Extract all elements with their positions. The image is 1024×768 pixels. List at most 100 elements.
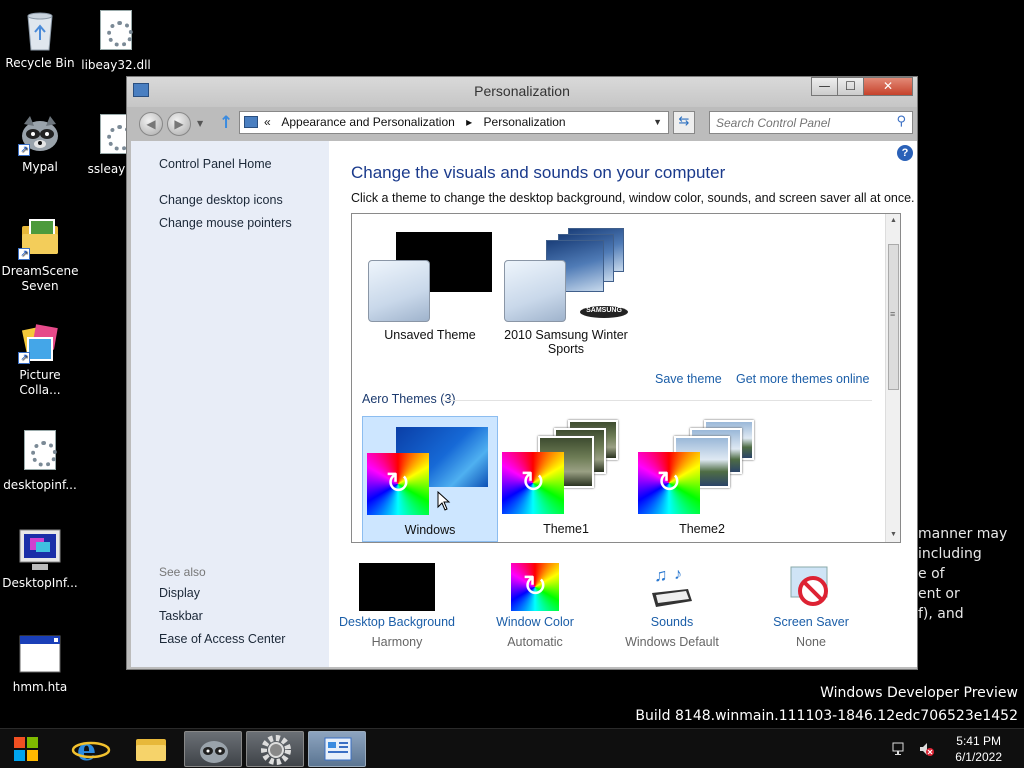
change-desktop-icons-link[interactable]: Change desktop icons xyxy=(159,193,283,207)
group-divider xyxy=(442,400,872,401)
window-titlebar[interactable]: Personalization — ☐ ✕ xyxy=(127,77,917,107)
background-text-line: manner may xyxy=(918,526,1008,542)
ease-of-access-center-link[interactable]: Ease of Access Center xyxy=(159,632,285,646)
minimize-button[interactable]: — xyxy=(811,77,837,96)
color-wheel-icon xyxy=(638,452,700,514)
theme-item-unsaved[interactable]: Unsaved Theme xyxy=(362,224,498,354)
taskbar-control-panel[interactable] xyxy=(308,731,366,767)
desktop-icon-label: Picture Colla... xyxy=(19,368,61,397)
taskbar-internet-explorer[interactable]: e xyxy=(62,731,120,768)
close-button[interactable]: ✕ xyxy=(863,77,913,96)
volume-muted-icon[interactable] xyxy=(918,741,934,757)
background-text-line: ent or xyxy=(918,586,960,602)
control-panel-icon xyxy=(324,737,352,761)
background-text-line: f), and xyxy=(918,606,964,622)
control-panel-home-link[interactable]: Control Panel Home xyxy=(159,157,272,171)
refresh-icon[interactable]: ⇆ xyxy=(673,111,695,134)
color-wheel-icon xyxy=(511,563,559,611)
clock-date: 6/1/2022 xyxy=(955,750,1002,764)
setting-title[interactable]: Window Color xyxy=(467,615,603,629)
desktop-icon-dreamscene[interactable]: ↗ DreamScene Seven xyxy=(0,216,80,294)
back-button[interactable]: ◀ xyxy=(139,112,163,136)
start-button[interactable] xyxy=(2,731,52,767)
desktop-icon-desktopinf-app[interactable]: DesktopInf... xyxy=(0,528,80,591)
search-input[interactable] xyxy=(710,112,886,133)
theme-list: Unsaved Theme SAMSUNG 2010 Samsung Winte… xyxy=(351,213,901,543)
system-tray: 5:41 PM 6/1/2022 xyxy=(864,729,1024,768)
breadcrumb-overflow[interactable]: « xyxy=(264,115,271,129)
build-watermark-line1: Windows Developer Preview xyxy=(820,685,1018,701)
maximize-button[interactable]: ☐ xyxy=(837,77,863,96)
theme-item-samsung-winter-sports[interactable]: SAMSUNG 2010 Samsung Winter Sports xyxy=(498,224,634,364)
taskbar-file-explorer[interactable] xyxy=(122,731,180,767)
recycle-bin-icon xyxy=(18,8,62,52)
background-text: manner may including e of ent or f), and xyxy=(918,524,1007,624)
change-mouse-pointers-link[interactable]: Change mouse pointers xyxy=(159,216,292,230)
desktop-icon-mypal[interactable]: ↗ Mypal xyxy=(0,112,80,175)
search-box[interactable]: ⚲ xyxy=(709,111,913,134)
scroll-up-icon[interactable]: ▲ xyxy=(886,214,900,228)
scrollbar-thumb[interactable] xyxy=(888,244,899,390)
main-pane: ? Change the visuals and sounds on your … xyxy=(329,141,917,667)
background-text-line: e of xyxy=(918,566,945,582)
screen-saver-none-icon xyxy=(787,563,835,611)
setting-value: Windows Default xyxy=(625,635,719,649)
forward-button[interactable]: ▶ xyxy=(167,112,191,136)
dll-file-icon xyxy=(94,10,138,54)
theme-label: Theme2 xyxy=(679,522,725,536)
desktop-background-thumbnail xyxy=(359,563,435,611)
desktop-icon-desktopinf-file[interactable]: desktopinf... xyxy=(0,428,80,493)
setting-title[interactable]: Screen Saver xyxy=(743,615,879,629)
theme-label: 2010 Samsung Winter Sports xyxy=(498,328,634,356)
svg-text:♪: ♪ xyxy=(674,566,682,583)
breadcrumb-separator[interactable]: ▸ xyxy=(466,115,472,129)
setting-title[interactable]: Sounds xyxy=(604,615,740,629)
system-clock[interactable]: 5:41 PM 6/1/2022 xyxy=(955,733,1002,765)
theme-window-color-swatch xyxy=(504,260,566,322)
desktop-icon-recycle-bin[interactable]: Recycle Bin xyxy=(0,8,80,71)
theme-item-theme2[interactable]: Theme2 xyxy=(634,416,770,542)
theme-list-scrollbar[interactable]: ▲ ▼ xyxy=(885,214,900,542)
personalization-window: Personalization — ☐ ✕ ◀ ▶ ▼ ↑ « Appearan… xyxy=(126,76,918,670)
taskbar-link[interactable]: Taskbar xyxy=(159,609,203,623)
windows-logo-icon xyxy=(14,737,38,761)
samsung-logo-icon: SAMSUNG xyxy=(580,306,628,318)
breadcrumb-item-personalization[interactable]: Personalization xyxy=(484,115,566,129)
setting-value: None xyxy=(796,635,826,649)
address-dropdown-icon[interactable]: ▼ xyxy=(653,112,662,133)
shortcut-arrow-icon: ↗ xyxy=(18,144,30,156)
address-bar[interactable]: « Appearance and Personalization ▸ Perso… xyxy=(239,111,669,134)
monitor-icon xyxy=(18,528,62,572)
background-text-line: including xyxy=(918,546,982,562)
save-theme-link[interactable]: Save theme xyxy=(655,372,722,386)
network-icon[interactable] xyxy=(892,741,908,757)
desktop-icon-label: desktopinf... xyxy=(3,478,77,492)
folder-with-image-icon: ↗ xyxy=(18,216,62,260)
window-content: Control Panel Home Change desktop icons … xyxy=(131,141,917,667)
get-more-themes-link[interactable]: Get more themes online xyxy=(736,372,869,386)
taskbar-mypal[interactable] xyxy=(184,731,242,767)
aero-themes-group-header: Aero Themes (3) xyxy=(362,392,456,406)
theme-label: Theme1 xyxy=(543,522,589,536)
desktop-icon-picture-collage[interactable]: ↗ Picture Colla... xyxy=(0,320,80,398)
setting-title[interactable]: Desktop Background xyxy=(329,615,465,629)
desktop-icon-hmm-hta[interactable]: hmm.hta xyxy=(0,632,80,695)
search-icon[interactable]: ⚲ xyxy=(896,114,906,129)
desktop-icon-libeay32[interactable]: libeay32.dll xyxy=(76,8,156,73)
mouse-cursor-icon xyxy=(437,490,451,514)
recent-pages-dropdown-icon[interactable]: ▼ xyxy=(197,119,203,128)
folder-icon xyxy=(136,739,166,761)
taskbar-settings[interactable] xyxy=(246,731,304,767)
breadcrumb-item-appearance[interactable]: Appearance and Personalization xyxy=(281,115,454,129)
color-wheel-icon xyxy=(367,453,429,515)
theme-item-theme1[interactable]: Theme1 xyxy=(498,416,634,542)
up-arrow-icon[interactable]: ↑ xyxy=(219,113,233,133)
build-watermark-line2: Build 8148.winmain.111103-1846.12edc7065… xyxy=(635,708,1018,724)
desktop-icon-label: DreamScene Seven xyxy=(1,264,79,293)
help-icon[interactable]: ? xyxy=(897,145,913,161)
theme-item-windows[interactable]: Windows xyxy=(362,416,498,542)
shortcut-arrow-icon: ↗ xyxy=(18,248,30,260)
scroll-down-icon[interactable]: ▼ xyxy=(886,528,900,542)
display-link[interactable]: Display xyxy=(159,586,200,600)
address-toolbar: ◀ ▶ ▼ ↑ « Appearance and Personalization… xyxy=(127,107,917,139)
